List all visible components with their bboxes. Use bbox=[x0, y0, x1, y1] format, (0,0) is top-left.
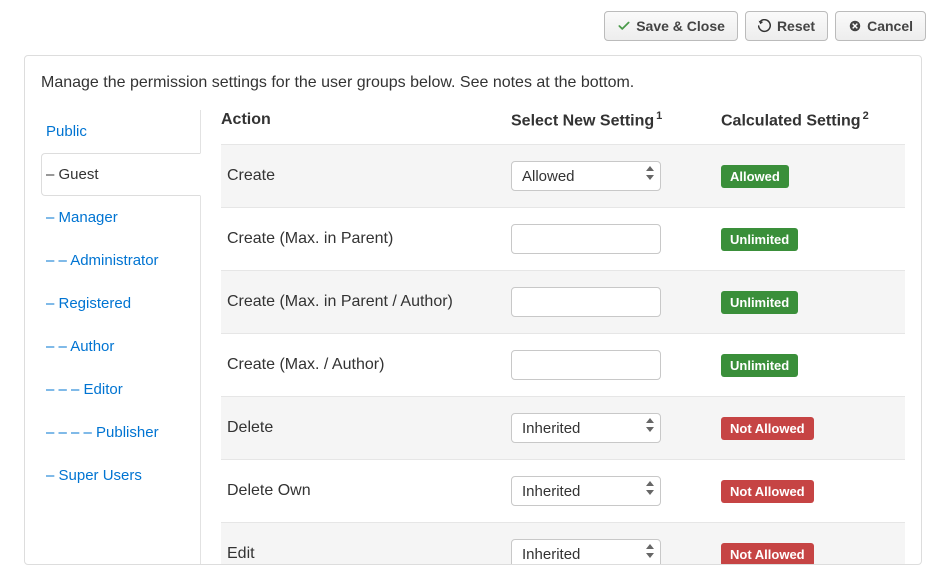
header-setting-text: Select New Setting bbox=[511, 112, 654, 129]
usergroup-sidebar: Public– Guest– Manager– – Administrator–… bbox=[41, 110, 201, 565]
status-badge: Allowed bbox=[721, 165, 789, 188]
setting-select[interactable]: Inherited bbox=[511, 476, 661, 506]
status-badge: Unlimited bbox=[721, 354, 798, 377]
action-label: Delete bbox=[221, 419, 511, 437]
sidebar-item-8[interactable]: – Super Users bbox=[41, 454, 201, 497]
setting-select-value: Inherited bbox=[522, 420, 580, 437]
action-label: Create bbox=[221, 167, 511, 185]
permissions-grid: Action Select New Setting1 Calculated Se… bbox=[201, 110, 905, 565]
setting-select-value: Inherited bbox=[522, 546, 580, 563]
chevron-updown-icon bbox=[646, 481, 654, 495]
header-calc: Calculated Setting2 bbox=[721, 110, 905, 130]
permission-row: Delete Own Inherited Not Allowed bbox=[221, 459, 905, 522]
status-badge: Not Allowed bbox=[721, 417, 814, 440]
action-label: Delete Own bbox=[221, 482, 511, 500]
content: Public– Guest– Manager– – Administrator–… bbox=[41, 110, 905, 565]
permission-row: Create (Max. / Author) Unlimited bbox=[221, 333, 905, 396]
calc-cell: Unlimited bbox=[721, 291, 905, 314]
sidebar-item-0[interactable]: Public bbox=[41, 110, 201, 153]
setting-input[interactable] bbox=[511, 287, 661, 317]
header-setting-sup: 1 bbox=[656, 110, 662, 122]
chevron-updown-icon bbox=[646, 166, 654, 180]
intro-text: Manage the permission settings for the u… bbox=[41, 74, 905, 92]
calc-cell: Not Allowed bbox=[721, 480, 905, 503]
permission-row: Create Allowed Allowed bbox=[221, 144, 905, 207]
sidebar-item-4[interactable]: – Registered bbox=[41, 282, 201, 325]
setting-select[interactable]: Allowed bbox=[511, 161, 661, 191]
permission-row: Delete Inherited Not Allowed bbox=[221, 396, 905, 459]
calc-cell: Not Allowed bbox=[721, 417, 905, 440]
sidebar-item-6[interactable]: – – – Editor bbox=[41, 368, 201, 411]
calc-cell: Unlimited bbox=[721, 354, 905, 377]
setting-select-value: Allowed bbox=[522, 168, 575, 185]
header-setting: Select New Setting1 bbox=[511, 110, 721, 130]
save-close-button[interactable]: Save & Close bbox=[604, 11, 738, 41]
reset-label: Reset bbox=[777, 18, 815, 34]
setting-select[interactable]: Inherited bbox=[511, 413, 661, 443]
setting-cell: Allowed bbox=[511, 161, 721, 191]
setting-cell: Inherited bbox=[511, 539, 721, 565]
toolbar: Save & Close Reset Cancel bbox=[0, 0, 940, 41]
setting-cell bbox=[511, 287, 721, 317]
reset-button[interactable]: Reset bbox=[745, 11, 828, 41]
header-action: Action bbox=[221, 111, 511, 129]
reset-icon bbox=[758, 19, 772, 33]
setting-cell: Inherited bbox=[511, 476, 721, 506]
action-label: Create (Max. / Author) bbox=[221, 356, 511, 374]
chevron-updown-icon bbox=[646, 544, 654, 558]
setting-select-value: Inherited bbox=[522, 483, 580, 500]
header-row: Action Select New Setting1 Calculated Se… bbox=[221, 110, 905, 144]
setting-input[interactable] bbox=[511, 350, 661, 380]
sidebar-item-1[interactable]: – Guest bbox=[41, 153, 201, 196]
sidebar-item-3[interactable]: – – Administrator bbox=[41, 239, 201, 282]
sidebar-item-5[interactable]: – – Author bbox=[41, 325, 201, 368]
sidebar-item-2[interactable]: – Manager bbox=[41, 196, 201, 239]
action-label: Create (Max. in Parent) bbox=[221, 230, 511, 248]
setting-cell: Inherited bbox=[511, 413, 721, 443]
cancel-button[interactable]: Cancel bbox=[835, 11, 926, 41]
sidebar-item-7[interactable]: – – – – Publisher bbox=[41, 411, 201, 454]
setting-input[interactable] bbox=[511, 224, 661, 254]
permission-row: Create (Max. in Parent) Unlimited bbox=[221, 207, 905, 270]
cancel-icon bbox=[848, 19, 862, 33]
header-calc-sup: 2 bbox=[863, 110, 869, 122]
permissions-panel: Manage the permission settings for the u… bbox=[24, 55, 922, 565]
permission-row: Edit Inherited Not Allowed bbox=[221, 522, 905, 565]
status-badge: Not Allowed bbox=[721, 543, 814, 565]
permission-row: Create (Max. in Parent / Author) Unlimite… bbox=[221, 270, 905, 333]
check-icon bbox=[617, 19, 631, 33]
cancel-label: Cancel bbox=[867, 18, 913, 34]
status-badge: Unlimited bbox=[721, 291, 798, 314]
save-close-label: Save & Close bbox=[636, 18, 725, 34]
header-calc-text: Calculated Setting bbox=[721, 112, 861, 129]
setting-cell bbox=[511, 224, 721, 254]
status-badge: Unlimited bbox=[721, 228, 798, 251]
calc-cell: Unlimited bbox=[721, 228, 905, 251]
calc-cell: Allowed bbox=[721, 165, 905, 188]
calc-cell: Not Allowed bbox=[721, 543, 905, 565]
chevron-updown-icon bbox=[646, 418, 654, 432]
action-label: Edit bbox=[221, 545, 511, 563]
status-badge: Not Allowed bbox=[721, 480, 814, 503]
setting-select[interactable]: Inherited bbox=[511, 539, 661, 565]
setting-cell bbox=[511, 350, 721, 380]
action-label: Create (Max. in Parent / Author) bbox=[221, 293, 511, 311]
